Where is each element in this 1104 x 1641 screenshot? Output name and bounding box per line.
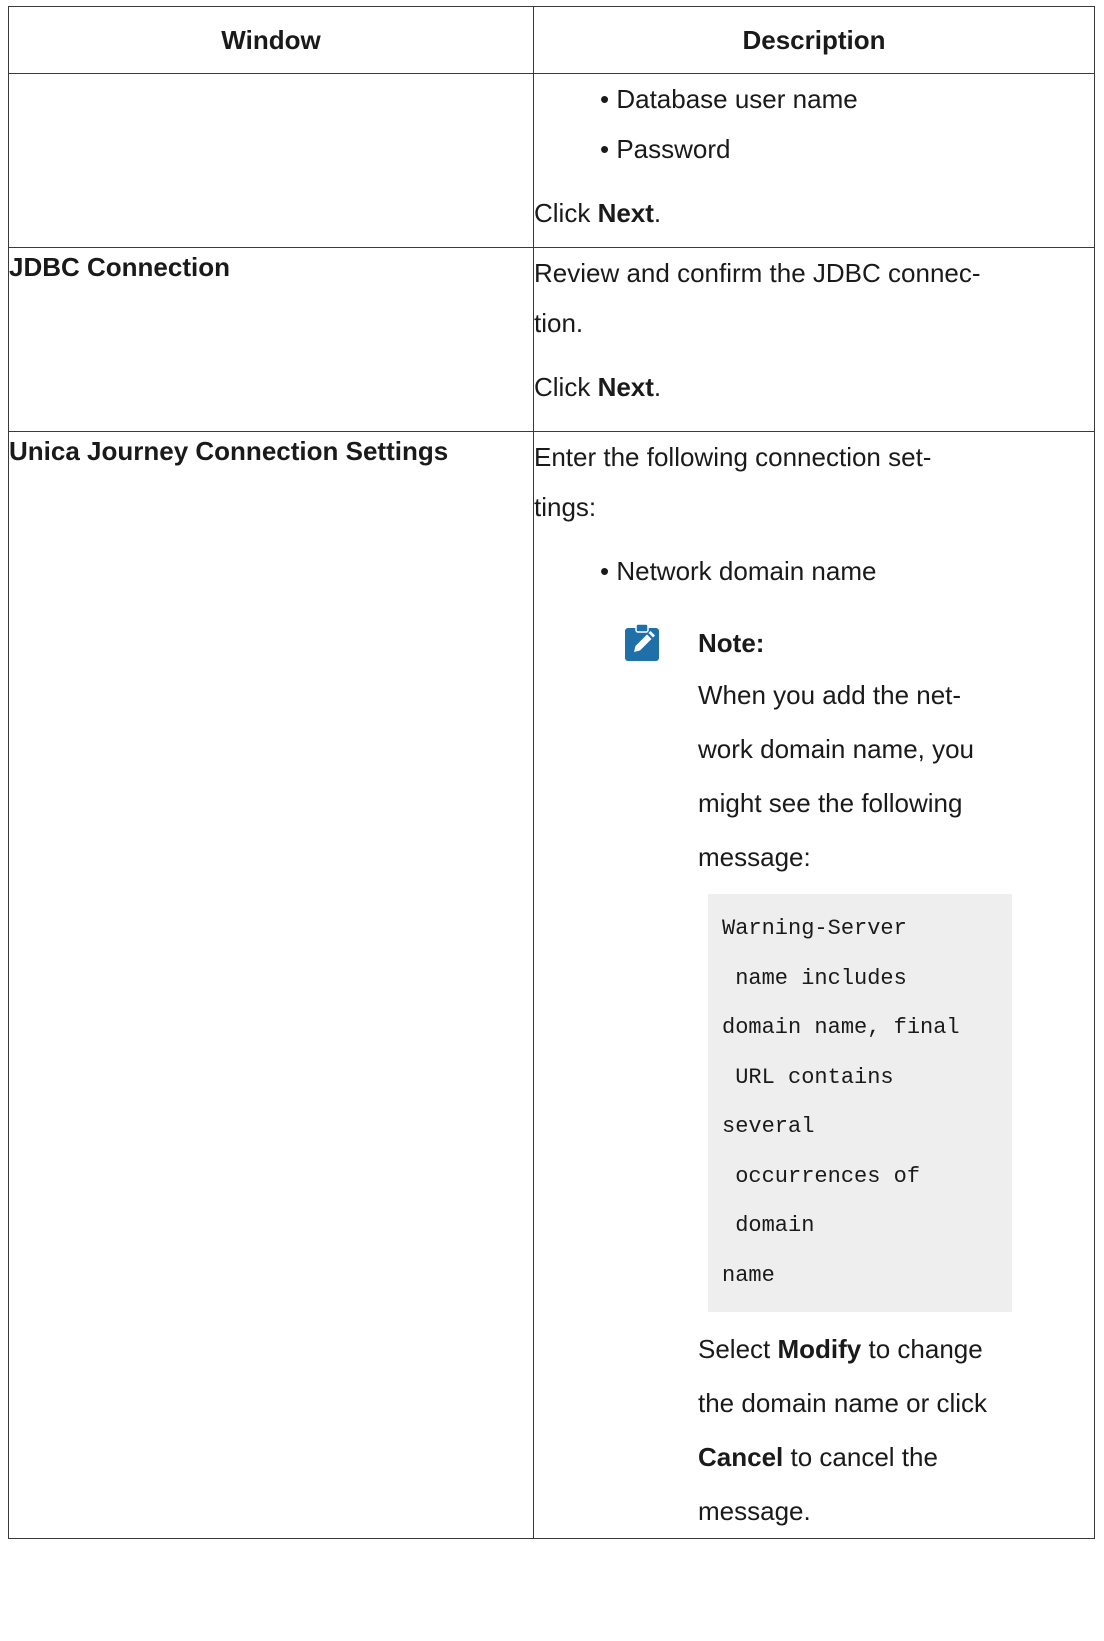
description-line: tion.	[534, 308, 584, 338]
code-line: occurrences of	[722, 1163, 921, 1189]
description-cell: Review and confirm the JDBC connec- tion…	[533, 247, 1095, 432]
next-label: Next	[597, 198, 654, 228]
table-row: Unica Journey Connection Settings Enter …	[8, 431, 1095, 1539]
code-line: Warning-Server	[722, 916, 907, 941]
note-line: might see the following	[698, 788, 963, 818]
note-block: Note: When you add the net- work domain …	[606, 618, 1094, 1538]
note-line: work domain name, you	[698, 734, 975, 764]
description-line: Enter the following connection set-	[534, 442, 932, 472]
modify-label: Modify	[777, 1334, 862, 1364]
description-cell: Database user name Password Click Next.	[533, 73, 1095, 248]
window-cell: JDBC Connection	[8, 247, 534, 432]
table-row: JDBC Connection Review and confirm the J…	[8, 247, 1095, 432]
window-cell: Unica Journey Connection Settings	[8, 431, 534, 1539]
pencil-note-icon	[625, 623, 659, 661]
code-line: URL contains	[722, 1064, 894, 1090]
note-instruction: the domain name or click	[698, 1388, 988, 1418]
header-row: Window Description	[8, 6, 1095, 74]
code-line: domain name, final	[722, 1015, 960, 1040]
description-line: tings:	[534, 492, 597, 522]
description-cell: Enter the following connection set- ting…	[533, 431, 1095, 1539]
cancel-label: Cancel	[698, 1442, 784, 1472]
table-row: Database user name Password Click Next.	[8, 73, 1095, 248]
note-line: message:	[698, 842, 811, 872]
note-instruction: Cancel to cancel the	[698, 1442, 938, 1472]
code-line: name includes	[722, 965, 907, 991]
note-instruction: message.	[698, 1496, 811, 1526]
document-table: Window Description Database user name Pa…	[8, 6, 1095, 1539]
note-line: When you add the net-	[698, 680, 962, 710]
list-item: Password	[600, 124, 1094, 174]
click-instruction: Click Next.	[534, 372, 662, 402]
list-item: Database user name	[600, 74, 1094, 124]
note-instruction: Select Modify to change	[698, 1334, 983, 1364]
click-instruction: Click Next.	[534, 198, 662, 228]
header-window: Window	[8, 6, 534, 74]
bullet-list: Network domain name	[534, 546, 1094, 596]
code-line: several	[722, 1114, 815, 1139]
code-block: Warning-Server name includes domain name,…	[708, 894, 1012, 1312]
code-line: name	[722, 1262, 775, 1288]
bullet-list: Database user name Password	[534, 74, 1094, 174]
description-line: Review and confirm the JDBC connec-	[534, 258, 981, 288]
note-title: Note:	[698, 628, 765, 658]
next-label: Next	[597, 372, 654, 402]
code-line: domain	[722, 1213, 815, 1238]
list-item: Network domain name	[600, 546, 1094, 596]
window-cell	[8, 73, 534, 248]
header-description: Description	[533, 6, 1095, 74]
